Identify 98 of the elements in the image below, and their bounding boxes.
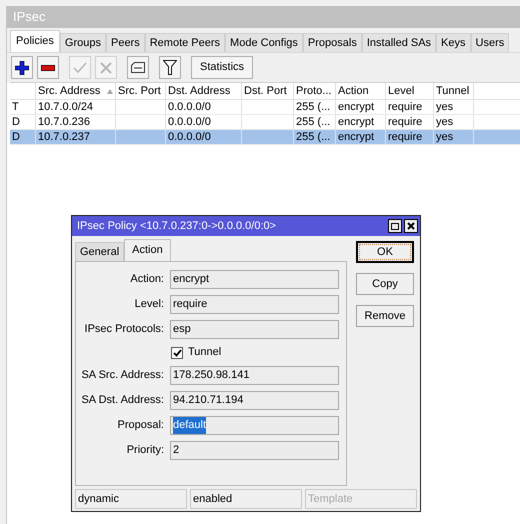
- comment-button[interactable]: [127, 56, 149, 79]
- column-title: Src. Port: [118, 84, 161, 99]
- table-cell: yes: [436, 131, 454, 143]
- sort-icon: [107, 88, 113, 94]
- tab[interactable]: Peers: [106, 33, 145, 52]
- tab[interactable]: Groups: [60, 33, 106, 52]
- minus-icon: [41, 64, 55, 70]
- dialog-button[interactable]: OK: [356, 241, 414, 263]
- plus-icon: [15, 60, 29, 74]
- check-icon: [73, 62, 87, 74]
- column-title: Proto...: [296, 84, 332, 99]
- dialog-button[interactable]: Copy: [356, 273, 414, 295]
- field-value: 2: [173, 443, 180, 458]
- input-field[interactable]: esp: [170, 320, 339, 339]
- column-header[interactable]: Src. Port: [116, 83, 166, 99]
- field-label: Priority:: [126, 443, 164, 458]
- input-field[interactable]: require: [170, 295, 339, 314]
- field-value: require: [173, 297, 208, 312]
- statistics-button[interactable]: Statistics: [191, 56, 254, 79]
- table-cell: 255 (...: [296, 116, 330, 128]
- input-field[interactable]: encrypt: [170, 270, 339, 289]
- status-cell: Template: [305, 489, 417, 509]
- add-button[interactable]: [11, 56, 33, 79]
- field-label: SA Dst. Address:: [80, 393, 164, 408]
- table-cell: require: [388, 116, 422, 128]
- table-cell: 255 (...: [296, 131, 330, 143]
- column-title: Dst. Address: [168, 84, 230, 99]
- checkbox-label: Tunnel: [188, 345, 222, 360]
- status-cell: dynamic: [75, 489, 187, 509]
- field-label: IPsec Protocols:: [84, 322, 164, 338]
- column-header[interactable]: Src. Address: [36, 83, 116, 99]
- field-value: esp: [173, 322, 191, 338]
- tab[interactable]: Proposals: [302, 33, 362, 52]
- input-field[interactable]: 178.250.98.141: [170, 366, 339, 385]
- input-field[interactable]: default: [170, 416, 339, 435]
- column-header[interactable]: Dst. Address: [166, 83, 242, 99]
- field-value: encrypt: [173, 272, 210, 288]
- input-field[interactable]: 94.210.71.194: [170, 391, 339, 410]
- table-cell: 10.7.0.236: [38, 116, 90, 128]
- field-value: default: [173, 417, 206, 434]
- dialog-title: IPsec Policy <10.7.0.237:0->0.0.0.0/0:0>: [77, 218, 276, 234]
- table-row[interactable]: T 10.7.0.0/24 0.0.0.0/0 255 (... encrypt require yes: [10, 100, 520, 115]
- tab[interactable]: General: [75, 242, 124, 261]
- field-label: Proposal:: [116, 418, 164, 434]
- close-icon: [407, 222, 415, 230]
- table-cell: D: [12, 116, 20, 128]
- column-title: Tunnel: [436, 84, 470, 99]
- field-value: 94.210.71.194: [173, 393, 244, 408]
- table-row[interactable]: D 10.7.0.236 0.0.0.0/0 255 (... encrypt require yes: [10, 115, 520, 130]
- check-icon: [172, 348, 182, 356]
- table-cell: encrypt: [338, 101, 374, 113]
- field-label: SA Src. Address:: [80, 368, 164, 384]
- table-cell: yes: [436, 101, 454, 113]
- table-cell: encrypt: [338, 131, 374, 143]
- table-cell: require: [388, 101, 422, 113]
- column-title: Level: [388, 84, 414, 99]
- tab[interactable]: Action: [124, 239, 171, 261]
- tab[interactable]: Users: [470, 33, 510, 52]
- table-cell: 0.0.0.0/0: [168, 116, 211, 128]
- field-label: Level:: [134, 297, 164, 312]
- table-cell: 255 (...: [296, 101, 330, 113]
- status-cell: enabled: [190, 489, 302, 509]
- table-cell: 0.0.0.0/0: [168, 101, 211, 113]
- table-row[interactable]: D 10.7.0.237 0.0.0.0/0 255 (... encrypt require yes: [10, 130, 520, 145]
- table-cell: require: [388, 131, 422, 143]
- field-label: Action:: [129, 272, 164, 288]
- column-header[interactable]: Level: [386, 83, 434, 99]
- tab[interactable]: Policies: [10, 30, 60, 52]
- input-field[interactable]: 2: [170, 441, 339, 460]
- tab[interactable]: Mode Configs: [225, 33, 303, 52]
- column-title: Action: [338, 84, 369, 99]
- column-header[interactable]: Tunnel: [434, 83, 474, 99]
- table-cell: T: [12, 101, 19, 113]
- table-cell: 10.7.0.0/24: [38, 101, 94, 113]
- column-title: Src. Address: [38, 84, 100, 99]
- table-cell: encrypt: [338, 116, 374, 128]
- tab[interactable]: Installed SAs: [362, 33, 436, 52]
- maximize-button[interactable]: [388, 219, 402, 233]
- column-header[interactable]: Proto...: [294, 83, 336, 99]
- filter-icon: [163, 60, 177, 75]
- column-header[interactable]: Dst. Port: [242, 83, 294, 99]
- remove-button[interactable]: [37, 56, 59, 79]
- tab[interactable]: Remote Peers: [144, 33, 226, 52]
- close-button[interactable]: [404, 219, 418, 233]
- field-value: 178.250.98.141: [173, 368, 250, 384]
- table-cell: yes: [436, 116, 454, 128]
- checkbox[interactable]: [171, 346, 183, 358]
- window-title: IPsec: [7, 6, 520, 28]
- table-cell: 0.0.0.0/0: [168, 131, 211, 143]
- note-icon: [131, 62, 145, 73]
- filter-button[interactable]: [159, 56, 181, 79]
- column-title: Dst. Port: [244, 84, 287, 99]
- table-cell: D: [12, 131, 20, 143]
- dialog-button[interactable]: Remove: [356, 305, 414, 327]
- column-header[interactable]: Action: [336, 83, 386, 99]
- table-cell: 10.7.0.237: [38, 131, 90, 143]
- tab[interactable]: Keys: [436, 33, 471, 52]
- cross-icon: [100, 62, 112, 74]
